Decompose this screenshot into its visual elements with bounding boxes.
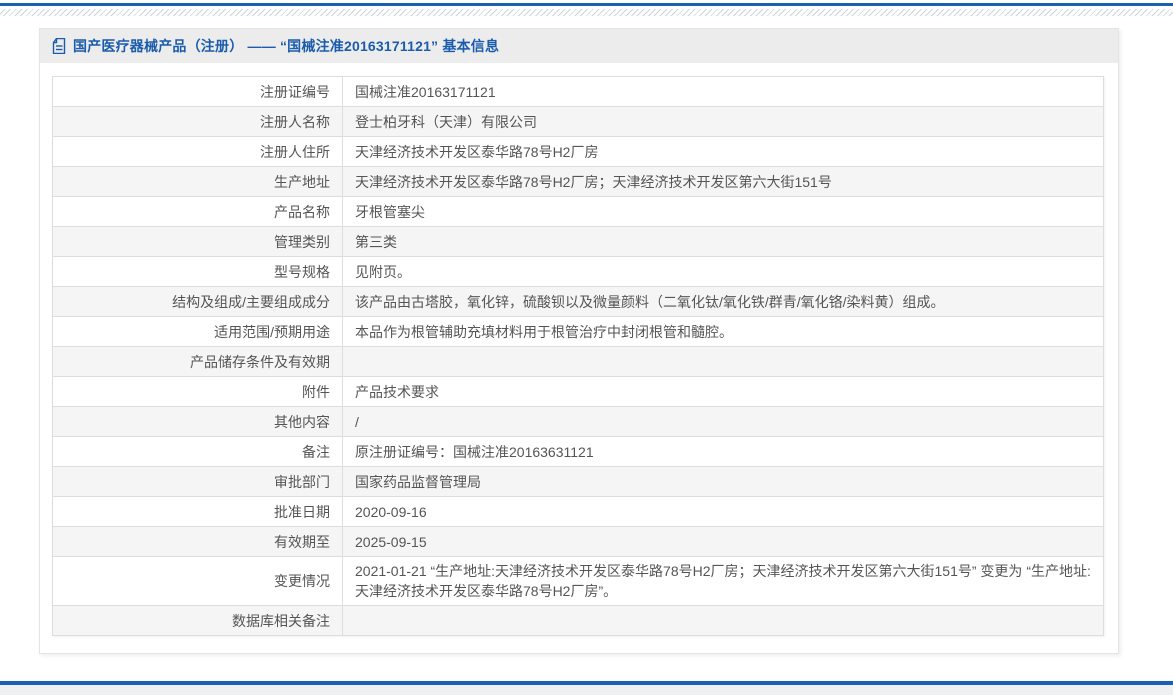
row-label: 注册人名称 <box>53 107 343 137</box>
row-label: 审批部门 <box>53 467 343 497</box>
table-row: 其他内容/ <box>53 407 1104 437</box>
row-label: 变更情况 <box>53 557 343 606</box>
table-row: 备注原注册证编号：国械注准20163631121 <box>53 437 1104 467</box>
table-row: 有效期至2025-09-15 <box>53 527 1104 557</box>
registration-info-table: 注册证编号国械注准20163171121注册人名称登士柏牙科（天津）有限公司注册… <box>52 76 1104 636</box>
panel-header: 国产医疗器械产品（注册） —— “国械注准20163171121” 基本信息 <box>40 29 1118 63</box>
row-label: 适用范围/预期用途 <box>53 317 343 347</box>
table-row: 附件产品技术要求 <box>53 377 1104 407</box>
info-panel: 国产医疗器械产品（注册） —— “国械注准20163171121” 基本信息 注… <box>39 28 1119 654</box>
row-value: 本品作为根管辅助充填材料用于根管治疗中封闭根管和髓腔。 <box>343 317 1104 347</box>
row-label: 有效期至 <box>53 527 343 557</box>
row-label: 数据库相关备注 <box>53 606 343 636</box>
row-value: 原注册证编号：国械注准20163631121 <box>343 437 1104 467</box>
document-icon <box>52 38 66 54</box>
table-row: 数据库相关备注 <box>53 606 1104 636</box>
info-table-body: 注册证编号国械注准20163171121注册人名称登士柏牙科（天津）有限公司注册… <box>53 77 1104 636</box>
row-label: 备注 <box>53 437 343 467</box>
table-row: 产品名称牙根管塞尖 <box>53 197 1104 227</box>
panel-body: 注册证编号国械注准20163171121注册人名称登士柏牙科（天津）有限公司注册… <box>40 63 1118 648</box>
row-label: 产品名称 <box>53 197 343 227</box>
row-value: 2025-09-15 <box>343 527 1104 557</box>
row-value <box>343 606 1104 636</box>
top-accent-line <box>0 3 1173 6</box>
row-value: 登士柏牙科（天津）有限公司 <box>343 107 1104 137</box>
row-label: 批准日期 <box>53 497 343 527</box>
table-row: 产品储存条件及有效期 <box>53 347 1104 377</box>
table-row: 型号规格见附页。 <box>53 257 1104 287</box>
page-title: 国产医疗器械产品（注册） —— “国械注准20163171121” 基本信息 <box>73 36 499 56</box>
row-value: 该产品由古塔胶，氧化锌，硫酸钡以及微量颜料（二氧化钛/氧化铁/群青/氧化铬/染料… <box>343 287 1104 317</box>
diagonal-stripe-band <box>0 9 1173 16</box>
table-row: 变更情况2021-01-21 “生产地址:天津经济技术开发区泰华路78号H2厂房… <box>53 557 1104 606</box>
row-label: 型号规格 <box>53 257 343 287</box>
table-row: 适用范围/预期用途本品作为根管辅助充填材料用于根管治疗中封闭根管和髓腔。 <box>53 317 1104 347</box>
row-label: 生产地址 <box>53 167 343 197</box>
row-label: 结构及组成/主要组成成分 <box>53 287 343 317</box>
table-row: 注册证编号国械注准20163171121 <box>53 77 1104 107</box>
row-value: 2021-01-21 “生产地址:天津经济技术开发区泰华路78号H2厂房；天津经… <box>343 557 1104 606</box>
row-value: 见附页。 <box>343 257 1104 287</box>
row-value: 天津经济技术开发区泰华路78号H2厂房 <box>343 137 1104 167</box>
row-value: 牙根管塞尖 <box>343 197 1104 227</box>
row-label: 注册人住所 <box>53 137 343 167</box>
footer-strip <box>0 685 1173 695</box>
row-value: 第三类 <box>343 227 1104 257</box>
row-label: 管理类别 <box>53 227 343 257</box>
row-value: / <box>343 407 1104 437</box>
table-row: 管理类别第三类 <box>53 227 1104 257</box>
row-value: 2020-09-16 <box>343 497 1104 527</box>
row-label: 注册证编号 <box>53 77 343 107</box>
table-row: 生产地址天津经济技术开发区泰华路78号H2厂房；天津经济技术开发区第六大街151… <box>53 167 1104 197</box>
table-row: 注册人住所天津经济技术开发区泰华路78号H2厂房 <box>53 137 1104 167</box>
table-row: 结构及组成/主要组成成分该产品由古塔胶，氧化锌，硫酸钡以及微量颜料（二氧化钛/氧… <box>53 287 1104 317</box>
table-row: 批准日期2020-09-16 <box>53 497 1104 527</box>
table-row: 审批部门国家药品监督管理局 <box>53 467 1104 497</box>
row-value: 国械注准20163171121 <box>343 77 1104 107</box>
row-value: 国家药品监督管理局 <box>343 467 1104 497</box>
row-value: 产品技术要求 <box>343 377 1104 407</box>
row-value <box>343 347 1104 377</box>
row-value: 天津经济技术开发区泰华路78号H2厂房；天津经济技术开发区第六大街151号 <box>343 167 1104 197</box>
table-row: 注册人名称登士柏牙科（天津）有限公司 <box>53 107 1104 137</box>
row-label: 附件 <box>53 377 343 407</box>
row-label: 其他内容 <box>53 407 343 437</box>
row-label: 产品储存条件及有效期 <box>53 347 343 377</box>
